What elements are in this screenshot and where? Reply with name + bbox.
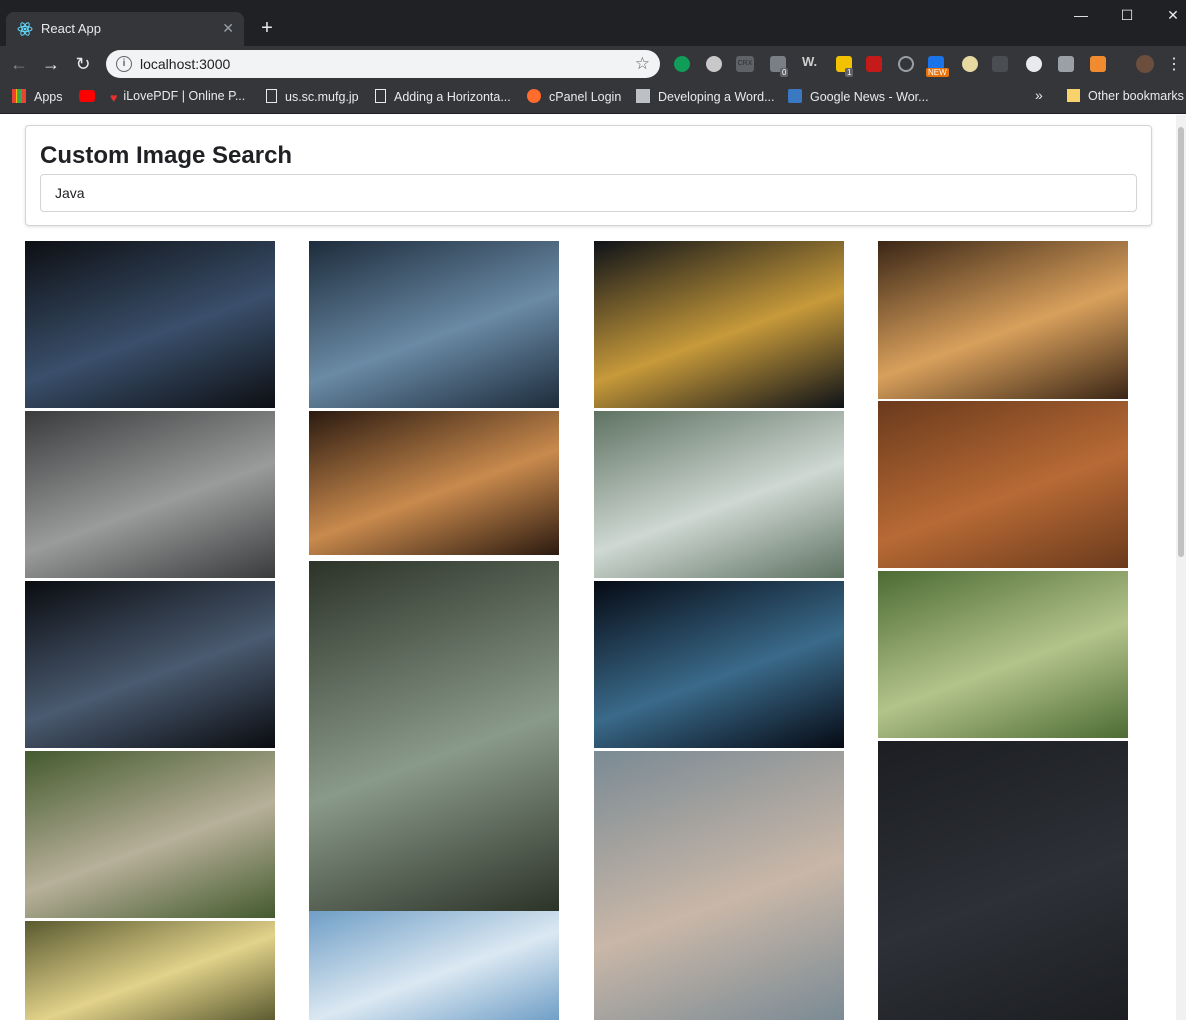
bookmark-google-news[interactable]: Google News - Wor... [788,89,929,104]
menu-kebab-icon[interactable]: ⋮ [1166,54,1182,74]
url-text: localhost:3000 [140,56,231,72]
bookmarks-bar: Apps ♥ iLovePDF | Online P... us.sc.mufg.… [0,82,1186,114]
search-input[interactable] [40,174,1137,212]
apps-grid-icon [12,89,26,103]
image-clouds-mountains[interactable] [309,911,559,1020]
image-misty-ridge[interactable] [594,751,844,1020]
close-window-button[interactable]: ✕ [1150,0,1186,30]
reload-button[interactable]: ↻ [72,53,94,75]
crx-extension-icon[interactable]: CRX [736,56,754,72]
image-colorful-code[interactable] [309,241,559,408]
page-icon [375,89,386,103]
new-badge: NEW [926,68,949,77]
c-extension-icon[interactable] [1026,56,1042,72]
image-palm-sunset[interactable] [25,921,275,1020]
extension-badge-count: 1 [845,68,854,77]
image-waterfall[interactable] [309,561,559,911]
image-volcano-hiker[interactable] [594,411,844,578]
image-dark-code-editor[interactable] [878,741,1128,1020]
image-rice-field[interactable] [878,571,1128,738]
tab-close-icon[interactable]: ✕ [222,20,234,37]
bulb-extension-icon[interactable] [962,56,978,72]
rss-icon [788,89,802,103]
chat-extension-icon[interactable] [1058,56,1074,72]
bookmark-apps[interactable]: Apps [12,89,63,104]
address-bar[interactable]: i localhost:3000 ☆ [106,50,660,78]
pdf-extension-icon[interactable] [866,56,882,72]
folder-icon [1067,89,1080,102]
image-coffee-bell[interactable] [878,401,1128,568]
image-latte-art[interactable] [878,241,1128,399]
bookmark-cpanel[interactable]: cPanel Login [527,89,621,104]
cpanel-icon [527,89,541,103]
youtube-icon [79,90,95,102]
image-matrix-code[interactable] [594,581,844,748]
maximize-button[interactable]: ☐ [1104,0,1150,30]
image-latte-wood[interactable] [309,411,559,555]
scrollbar-thumb[interactable] [1178,127,1184,557]
browser-toolbar: ← → ↻ i localhost:3000 ☆ CRX 0 W. 1 NEW … [0,46,1186,82]
mini-extension-icon[interactable] [992,56,1008,72]
browser-tab[interactable]: React App ✕ [6,12,244,46]
w-extension-icon[interactable]: W. [802,54,818,70]
new-tab-button[interactable]: + [256,18,278,38]
bookmark-wordpress[interactable]: Developing a Word... [636,89,775,104]
printer-icon [636,89,650,103]
page-viewport: Custom Image Search [0,115,1186,1020]
more-bookmarks-chevron-icon[interactable]: » [1035,87,1043,103]
bookmark-youtube[interactable] [79,89,103,103]
page-title: Custom Image Search [40,142,293,169]
search-card: Custom Image Search [25,125,1152,226]
image-javascript-code[interactable] [594,241,844,408]
image-code-silhouette[interactable] [25,581,275,748]
minimize-button[interactable]: — [1058,0,1104,30]
bookmark-horizontal[interactable]: Adding a Horizonta... [375,89,511,104]
back-button[interactable]: ← [8,53,30,75]
page-icon [266,89,277,103]
extension-badge-count: 0 [780,68,789,77]
image-buddha-temple[interactable] [25,751,275,918]
ring-extension-icon[interactable] [898,56,914,72]
circle-extension-icon[interactable] [706,56,722,72]
image-laptop-code[interactable] [25,241,275,408]
tab-title: React App [41,21,101,36]
profile-avatar[interactable] [1136,55,1154,73]
react-logo-icon [17,22,33,36]
grammarly-extension-icon[interactable] [674,56,690,72]
bookmark-mufg[interactable]: us.sc.mufg.jp [266,89,359,104]
forward-button[interactable]: → [40,53,62,75]
image-volcanic-rocks[interactable] [25,411,275,578]
browser-tabstrip: React App ✕ + — ☐ ✕ [0,0,1186,46]
page-scrollbar[interactable] [1176,115,1186,1020]
other-bookmarks[interactable]: Other bookmarks [1067,89,1184,103]
bookmark-star-icon[interactable]: ☆ [635,54,650,74]
bookmark-ilovepdf[interactable]: ♥ iLovePDF | Online P... [110,89,245,105]
ilovepdf-heart-icon: ♥ [110,91,118,105]
image-extension-icon[interactable] [1090,56,1106,72]
site-info-icon[interactable]: i [116,56,132,72]
